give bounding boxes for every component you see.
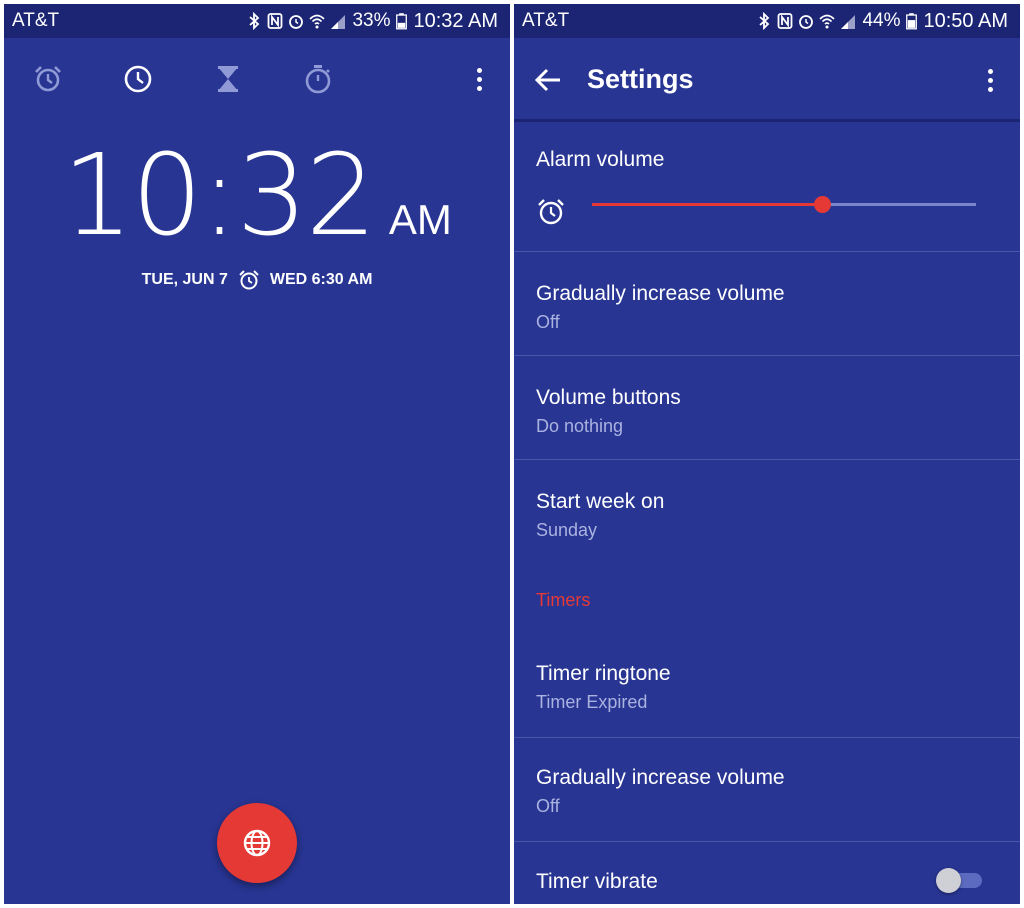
time-ampm: AM — [388, 196, 452, 243]
tab-alarm[interactable] — [31, 62, 65, 96]
volume-buttons-setting[interactable]: Volume buttons Do nothing — [514, 356, 1020, 460]
globe-icon — [243, 829, 271, 857]
setting-value: Timer Expired — [536, 692, 648, 712]
time-digits: 10:32 — [62, 131, 377, 261]
battery-icon — [396, 13, 408, 30]
more-options-icon — [476, 67, 482, 73]
settings-screen: AT&T 44% 10:50 AM Settings Alarm volume — [514, 4, 1020, 904]
carrier-label: AT&T — [522, 10, 570, 31]
nfc-icon — [778, 13, 793, 29]
date-line: TUE, JUN 7 WED 6:30 AM — [4, 269, 510, 291]
start-week-setting[interactable]: Start week on Sunday — [514, 460, 1020, 564]
hourglass-icon — [218, 66, 238, 92]
battery-percent: 44% — [862, 10, 901, 31]
wifi-icon — [309, 14, 326, 29]
gradual-volume-setting[interactable]: Gradually increase volume Off — [514, 252, 1020, 356]
timer-vibrate-toggle[interactable] — [936, 868, 982, 893]
alarm-volume-setting: Alarm volume — [514, 122, 1020, 252]
setting-title: Timer vibrate — [536, 870, 658, 893]
clock-icon — [124, 65, 152, 93]
tab-timer[interactable] — [211, 62, 245, 96]
tab-clock[interactable] — [121, 62, 155, 96]
slider-fill — [592, 203, 823, 206]
setting-title: Volume buttons — [536, 386, 681, 409]
next-alarm-time[interactable]: WED 6:30 AM — [270, 271, 373, 289]
signal-icon — [331, 15, 346, 29]
page-title: Settings — [587, 64, 694, 94]
setting-value: Off — [536, 312, 560, 332]
more-options-button[interactable] — [467, 62, 491, 96]
stopwatch-icon — [305, 65, 331, 94]
alarm-volume-icon — [538, 199, 564, 225]
setting-value: Off — [536, 796, 560, 816]
status-time: 10:32 AM — [413, 9, 498, 32]
setting-title: Timer ringtone — [536, 662, 671, 685]
battery-percent: 33% — [352, 10, 391, 31]
toggle-knob — [936, 868, 961, 893]
alarm-status-icon — [799, 15, 814, 29]
slider-thumb[interactable] — [814, 196, 832, 213]
clock-tab-bar — [4, 38, 510, 124]
setting-title: Gradually increase volume — [536, 766, 785, 789]
signal-icon — [841, 15, 856, 29]
status-icons — [756, 12, 856, 30]
setting-value: Do nothing — [536, 416, 624, 436]
battery-icon — [906, 13, 918, 30]
timer-vibrate-setting[interactable]: Timer vibrate — [514, 842, 1020, 904]
setting-value: Sunday — [536, 520, 598, 540]
current-date: TUE, JUN 7 — [141, 271, 228, 288]
status-bar: AT&T 33% 10:32 AM — [4, 4, 510, 38]
current-time: 10:32 AM — [4, 140, 510, 252]
carrier-label: AT&T — [12, 10, 60, 31]
wifi-icon — [819, 14, 836, 29]
timer-gradual-volume-setting[interactable]: Gradually increase volume Off — [514, 738, 1020, 842]
next-alarm-icon — [239, 270, 259, 290]
more-options-button[interactable] — [978, 63, 1002, 97]
clock-screen: AT&T 33% 10:32 AM 10:32 AM TUE, JUN 7 WE… — [4, 4, 510, 904]
nfc-icon — [268, 13, 283, 29]
timers-section-header: Timers — [536, 590, 591, 610]
alarm-volume-slider[interactable] — [592, 195, 976, 215]
status-time: 10:50 AM — [923, 9, 1008, 32]
setting-title: Start week on — [536, 490, 665, 513]
back-arrow-icon[interactable] — [532, 64, 564, 96]
bluetooth-icon — [249, 12, 260, 30]
alarm-volume-title: Alarm volume — [536, 148, 665, 171]
status-bar: AT&T 44% 10:50 AM — [514, 4, 1020, 38]
settings-app-bar: Settings — [514, 38, 1020, 122]
tab-stopwatch[interactable] — [301, 62, 335, 96]
alarm-icon — [35, 66, 61, 92]
status-icons — [246, 12, 346, 30]
alarm-status-icon — [289, 15, 304, 29]
timer-ringtone-setting[interactable]: Timer ringtone Timer Expired — [514, 634, 1020, 738]
bluetooth-icon — [759, 12, 770, 30]
setting-title: Gradually increase volume — [536, 282, 785, 305]
more-options-icon — [987, 68, 993, 74]
world-clock-button[interactable] — [217, 803, 297, 883]
